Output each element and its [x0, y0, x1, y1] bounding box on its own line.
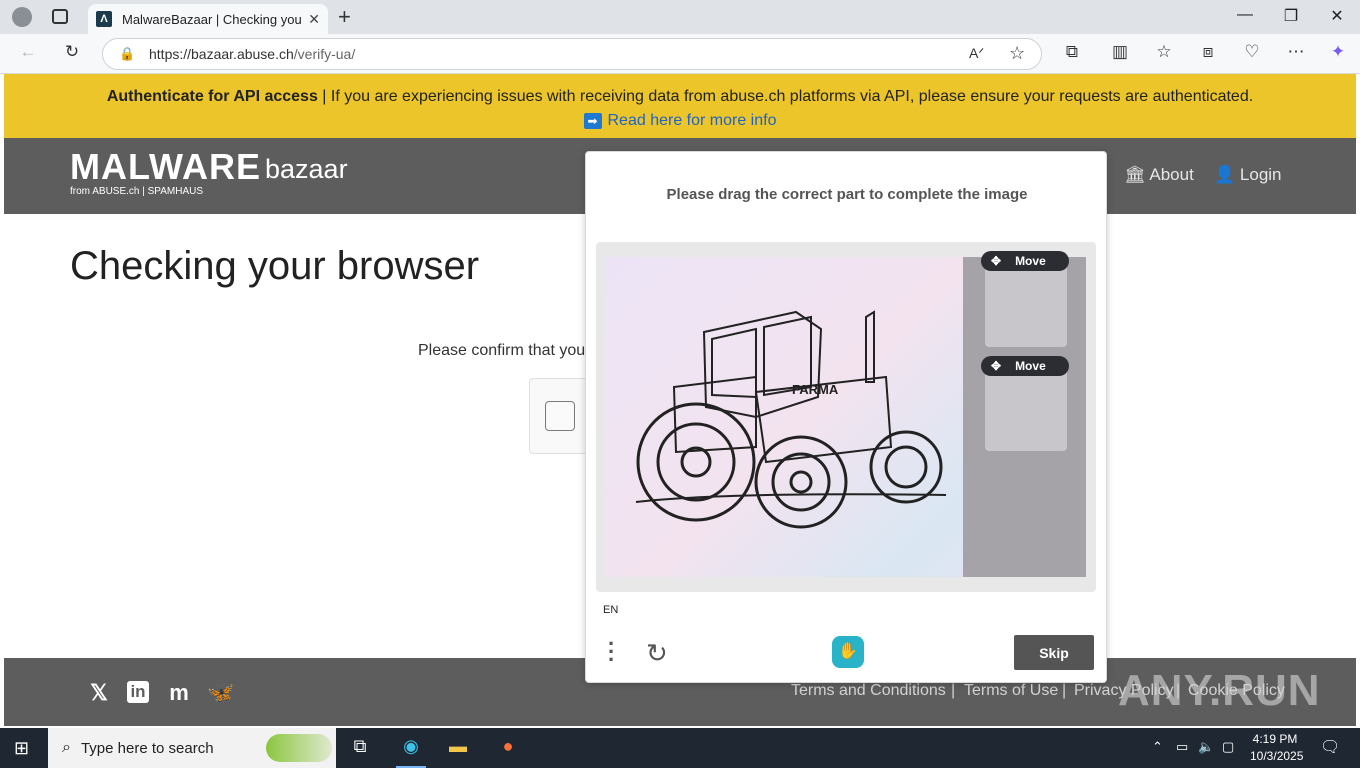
move-handle-1[interactable]: ✥ Move [981, 251, 1069, 271]
skip-button[interactable]: Skip [1014, 635, 1094, 670]
captcha-image-area: FARMA ✥ Move ✥ Move [596, 242, 1096, 592]
taskbar-search-placeholder: Type here to search [80, 739, 214, 757]
move-label: Move [1015, 254, 1046, 268]
page-title: Checking your browser [70, 244, 480, 288]
refresh-icon[interactable]: ↻ [60, 42, 84, 62]
url-host: https://bazaar.abuse.ch [149, 46, 294, 62]
search-icon: ⌕ [62, 739, 71, 756]
terms-conditions-link[interactable]: Terms and Conditions [791, 682, 946, 700]
nav-about-label: About [1149, 165, 1194, 184]
extensions-icon[interactable]: ⧉ [1060, 42, 1084, 62]
back-icon[interactable]: ← [16, 42, 40, 62]
firefox-icon[interactable]: ● [496, 736, 520, 760]
read-aloud-icon[interactable]: Aᐟ [969, 45, 984, 62]
footer-separator: | [951, 682, 956, 699]
more-options-icon[interactable]: ⋯ [1284, 42, 1308, 62]
file-explorer-icon[interactable]: ▬ [446, 736, 470, 760]
tab-actions-icon[interactable] [52, 9, 68, 24]
captcha-image: FARMA [606, 257, 1086, 577]
address-toolbar: ← ↻ 🔒 https://bazaar.abuse.ch/verify-ua/… [0, 34, 1360, 74]
move-arrows-icon: ✥ [991, 359, 1002, 373]
captcha-prompt: Please drag the correct part to complete… [666, 186, 1028, 203]
language-selector[interactable]: EN [603, 604, 618, 616]
banner-line-1: Authenticate for API access | If you are… [4, 85, 1356, 109]
captcha-challenge: Please drag the correct part to complete… [585, 151, 1107, 683]
human-checkbox[interactable] [545, 401, 575, 431]
tray-chevron-icon[interactable]: ⌃ [1152, 739, 1163, 755]
nav-about[interactable]: 🏛 About [1124, 165, 1194, 185]
restore-icon[interactable]: ❐ [1279, 6, 1303, 26]
banner-text: | If you are experiencing issues with re… [317, 88, 1254, 105]
user-icon: 👤 [1214, 165, 1236, 184]
action-center-icon[interactable]: 🗨 [1320, 737, 1340, 757]
windows-taskbar: ⊞ ⌕ Type here to search ⧉ ◉ ▬ ● ⌃ ▭ 🔈 ▢ … [0, 728, 1360, 768]
browser-tab-bar: Λ MalwareBazaar | Checking your browser … [0, 0, 1360, 34]
favorites-icon[interactable]: ☆ [1152, 42, 1176, 62]
terms-of-use-link[interactable]: Terms of Use [964, 682, 1058, 700]
collections-icon[interactable]: ⧈ [1196, 42, 1220, 62]
cookie-policy-link[interactable]: Cookie Policy [1188, 682, 1285, 700]
url-path: /verify-ua/ [293, 46, 356, 62]
api-notice-banner: Authenticate for API access | If you are… [4, 74, 1356, 138]
favorite-star-icon[interactable]: ☆ [1009, 43, 1025, 64]
hcaptcha-logo-icon[interactable]: ✋ [832, 636, 864, 668]
url-input[interactable]: 🔒 https://bazaar.abuse.ch/verify-ua/ Aᐟ … [102, 38, 1042, 70]
edge-browser-icon[interactable]: ◉ [396, 736, 426, 768]
tractor-illustration: FARMA [635, 310, 947, 529]
logo-malware[interactable]: MALWARE [70, 146, 261, 188]
footer-separator: | [1062, 682, 1067, 699]
move-handle-2[interactable]: ✥ Move [981, 356, 1069, 376]
captcha-refresh-icon[interactable]: ↻ [646, 638, 668, 669]
close-tab-icon[interactable]: ✕ [308, 11, 320, 28]
captcha-piece-panel [963, 257, 1086, 577]
clock-date: 10/3/2025 [1250, 749, 1304, 763]
clock-time: 4:19 PM [1252, 732, 1298, 746]
notification-area-icon[interactable]: ▢ [1222, 739, 1234, 755]
confirm-text: Please confirm that you [418, 342, 586, 359]
tab-malwarebazaar[interactable]: Λ MalwareBazaar | Checking your browser … [88, 4, 328, 34]
split-screen-icon[interactable]: ▥ [1108, 42, 1132, 62]
minimize-icon[interactable]: — [1233, 6, 1257, 24]
draggable-piece-2[interactable] [985, 363, 1067, 451]
nav-login-label: Login [1239, 165, 1282, 184]
golf-search-highlight-icon [266, 734, 332, 762]
x-twitter-icon[interactable]: 𝕏 [87, 680, 111, 706]
profile-icon[interactable] [12, 7, 32, 27]
network-icon[interactable]: ▭ [1176, 739, 1188, 755]
logo-from: from ABUSE.ch | SPAMHAUS [70, 186, 204, 197]
arrow-right-icon: ➡ [583, 113, 602, 129]
tab-title: MalwareBazaar | Checking your browser [122, 11, 302, 27]
task-view-icon[interactable]: ⧉ [348, 736, 372, 760]
read-more-link[interactable]: Read here for more info [608, 112, 777, 129]
tractor-label: FARMA [792, 382, 839, 397]
copilot-icon[interactable]: ✦ [1326, 42, 1350, 62]
bank-icon: 🏛 [1124, 165, 1146, 184]
taskbar-clock[interactable]: 4:19 PM 10/3/2025 [1250, 731, 1304, 765]
banner-bold: Authenticate for API access [106, 88, 318, 105]
taskbar-search[interactable]: ⌕ Type here to search [48, 728, 336, 768]
new-tab-icon[interactable]: + [338, 4, 351, 30]
logo-bazaar[interactable]: bazaar [265, 154, 348, 185]
banner-line-2: ➡ Read here for more info [4, 109, 1356, 133]
captcha-menu-icon[interactable]: · · · [608, 633, 615, 671]
footer-separator: | [1176, 682, 1181, 699]
linkedin-icon[interactable]: in [127, 681, 149, 703]
lock-icon[interactable]: 🔒 [119, 46, 135, 62]
close-window-icon[interactable]: ✕ [1325, 6, 1349, 26]
browser-essentials-icon[interactable]: ♡ [1240, 42, 1264, 62]
bluesky-icon[interactable]: 🦋 [207, 680, 234, 706]
move-arrows-icon: ✥ [991, 254, 1002, 268]
move-label: Move [1015, 359, 1046, 373]
malwarebazaar-favicon-icon: Λ [96, 11, 112, 27]
draggable-piece-1[interactable] [985, 259, 1067, 347]
windows-start-icon[interactable]: ⊞ [14, 738, 29, 759]
nav-login[interactable]: 👤 Login [1214, 165, 1282, 185]
mastodon-icon[interactable]: m [167, 680, 191, 706]
volume-icon[interactable]: 🔈 [1198, 739, 1214, 755]
privacy-policy-link[interactable]: Privacy Policy [1074, 682, 1174, 700]
